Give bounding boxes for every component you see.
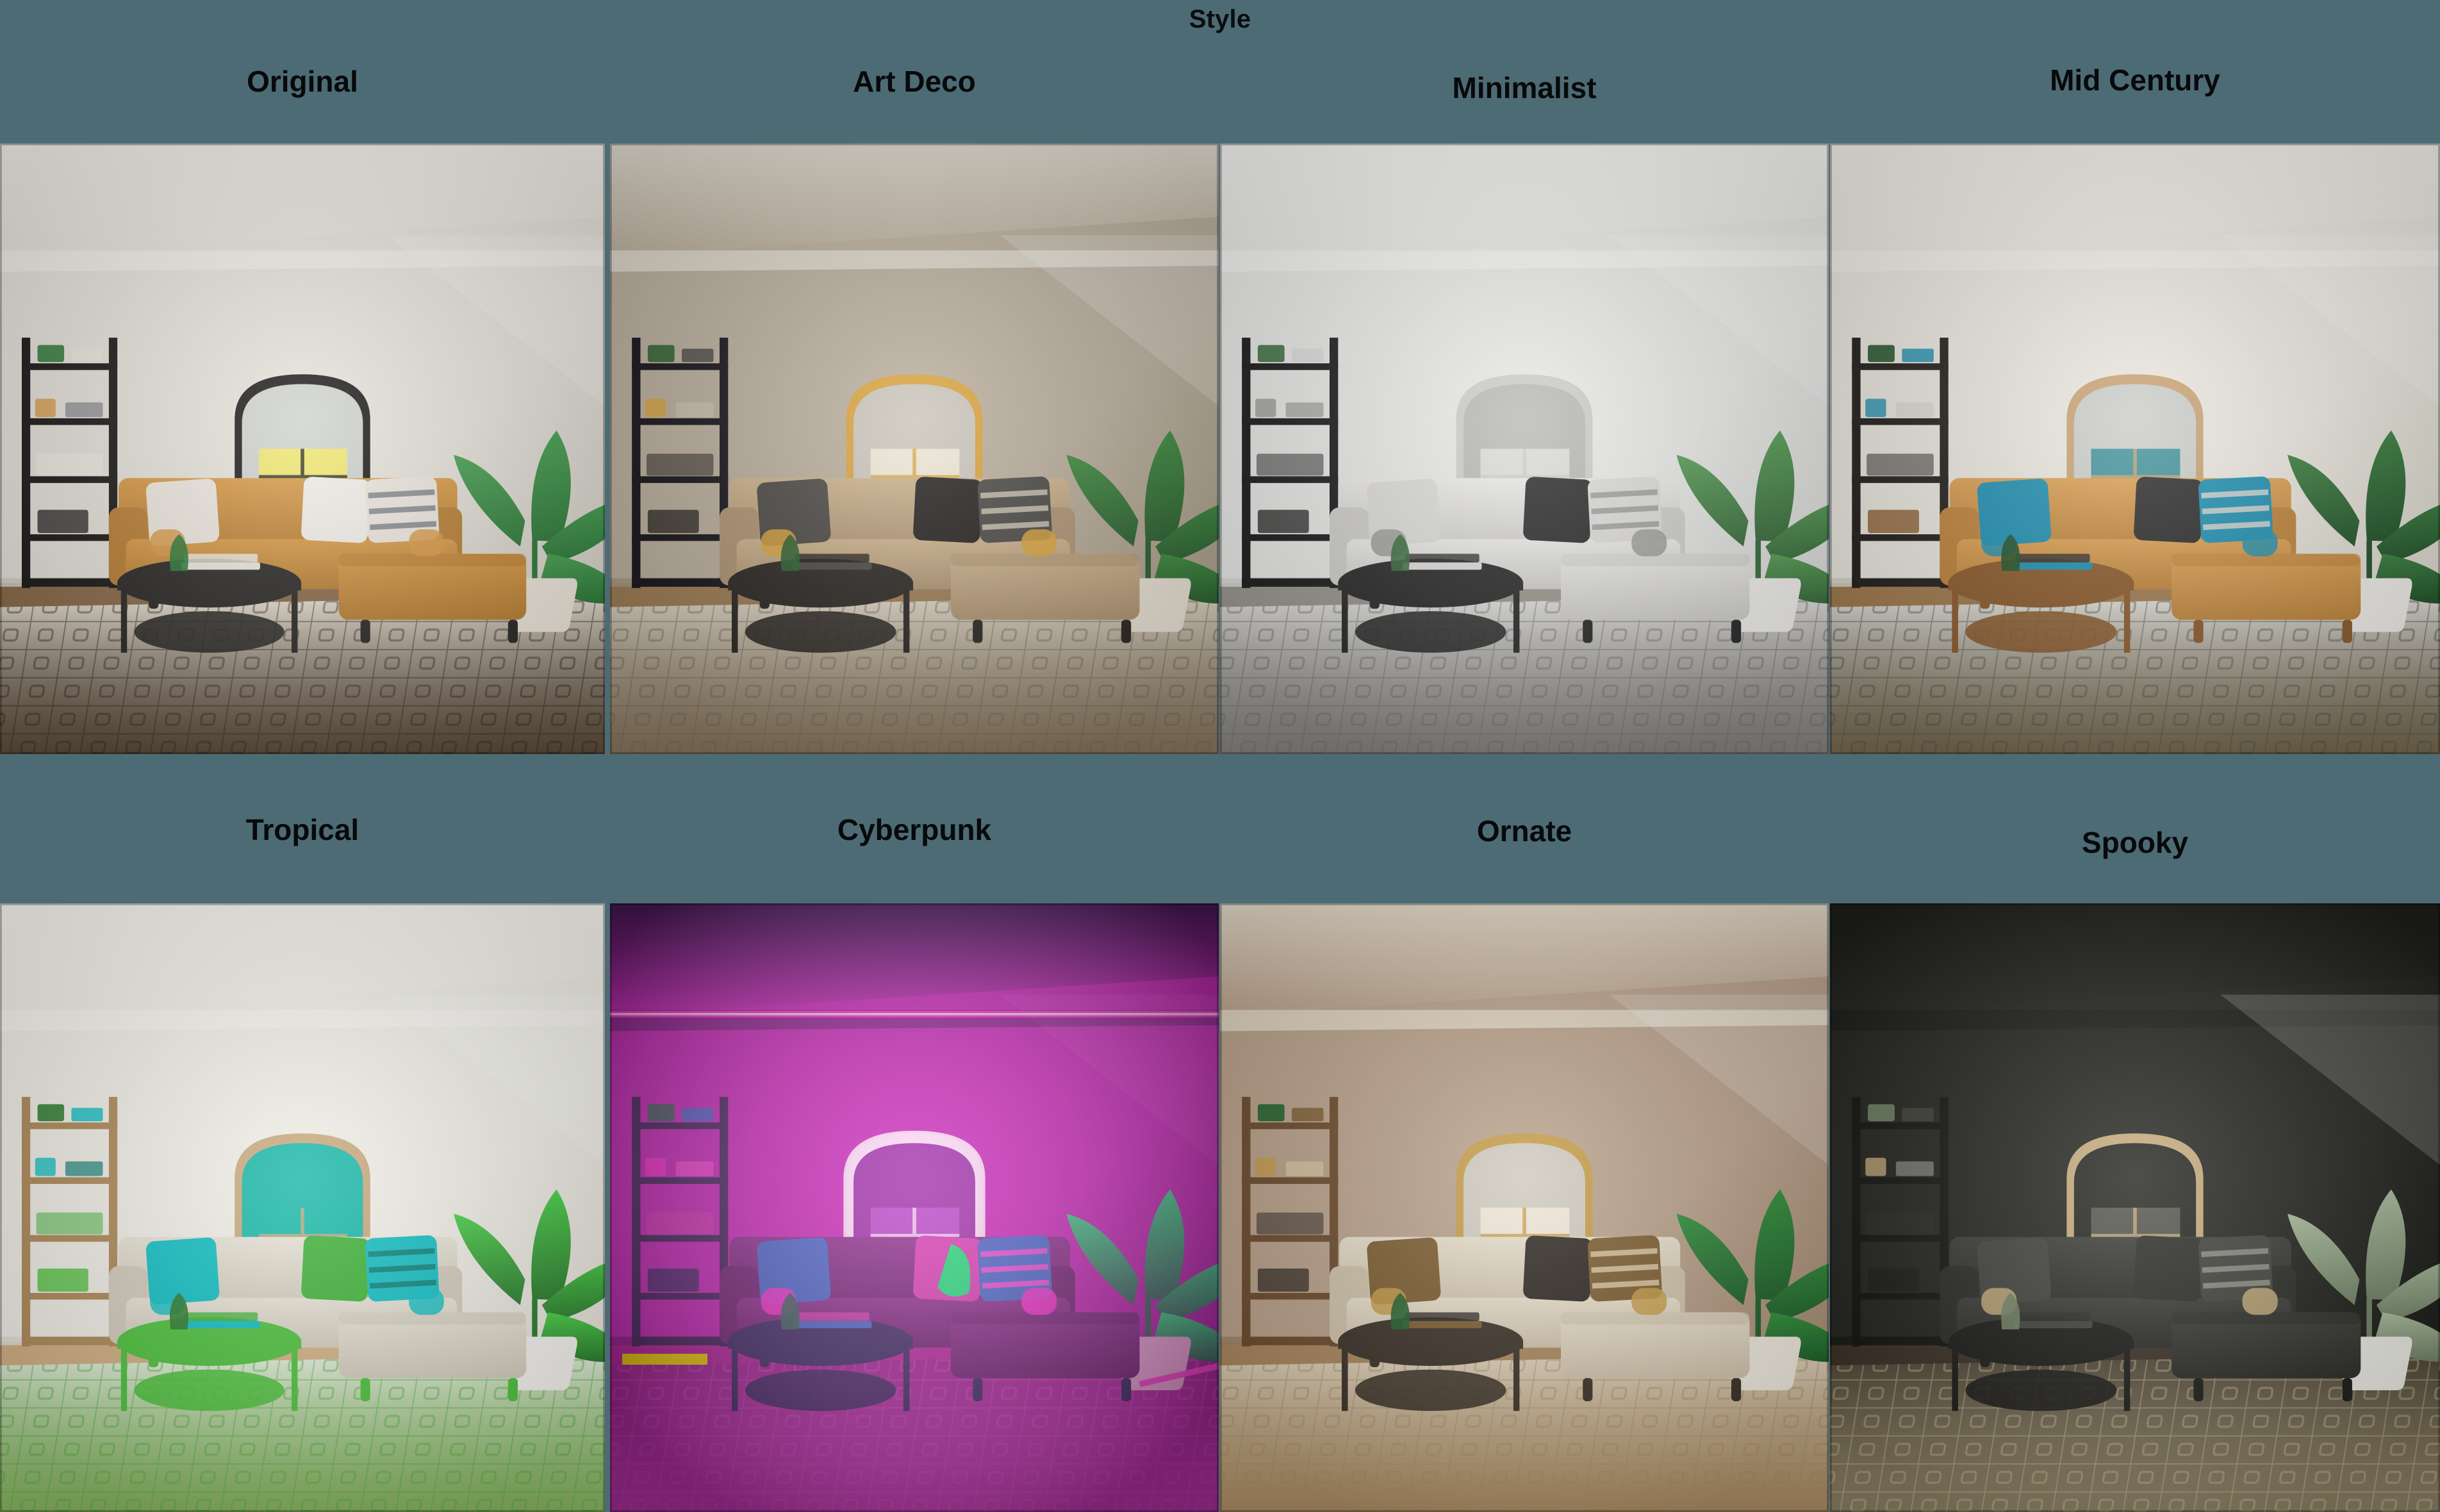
room-scene xyxy=(0,144,605,754)
style-image-tropical[interactable] xyxy=(0,903,605,1512)
room-scene xyxy=(1220,903,1829,1512)
room-scene xyxy=(1830,144,2440,754)
cell-label-art-deco: Art Deco xyxy=(853,65,976,98)
cell-label-mid-century: Mid Century xyxy=(2050,63,2220,97)
style-image-original[interactable] xyxy=(0,144,605,754)
room-scene xyxy=(610,144,1219,754)
page-title: Style xyxy=(1189,5,1251,33)
cell-label-ornate: Ornate xyxy=(1476,814,1572,848)
cell-label-minimalist: Minimalist xyxy=(1452,71,1597,104)
style-image-spooky[interactable] xyxy=(1830,903,2440,1512)
style-grid-sheet: Style Original Art Deco Minimalist Mid C… xyxy=(0,0,2440,1512)
style-image-cyberpunk[interactable] xyxy=(610,903,1219,1512)
style-image-mid-century[interactable] xyxy=(1830,144,2440,754)
style-image-minimalist[interactable] xyxy=(1220,144,1829,754)
cell-label-cyberpunk: Cyberpunk xyxy=(837,813,992,846)
cell-label-original: Original xyxy=(247,65,358,98)
room-scene xyxy=(610,903,1219,1512)
cell-label-spooky: Spooky xyxy=(2081,826,2189,859)
room-scene xyxy=(1830,903,2440,1512)
style-image-art-deco[interactable] xyxy=(610,144,1219,754)
room-scene xyxy=(1220,144,1829,754)
cell-label-tropical: Tropical xyxy=(245,813,359,846)
style-image-ornate[interactable] xyxy=(1220,903,1829,1512)
room-scene xyxy=(0,903,605,1512)
